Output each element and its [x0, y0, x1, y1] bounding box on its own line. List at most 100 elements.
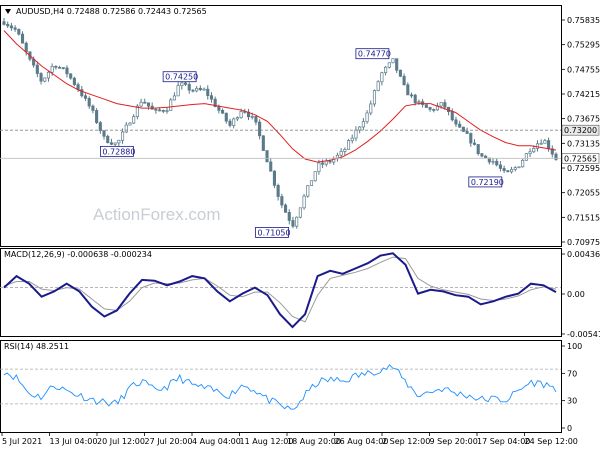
- candle-body: [365, 112, 369, 123]
- candle-body: [361, 121, 365, 128]
- candle-body: [495, 160, 499, 166]
- candle-body: [454, 119, 458, 125]
- candle-body: [532, 147, 536, 153]
- candle-body: [169, 99, 173, 111]
- candle-body: [132, 116, 136, 124]
- candle-body: [424, 104, 428, 108]
- candle-body: [469, 133, 473, 144]
- candle-body: [128, 122, 132, 126]
- x-tick-label: 24 Sep 12:00: [525, 437, 578, 446]
- candle-body: [458, 123, 462, 128]
- candle-body: [69, 73, 73, 79]
- candle-body: [261, 135, 265, 151]
- price-annotation-label: 0.74250: [165, 73, 198, 82]
- candle-body: [9, 25, 13, 29]
- candle-body: [72, 77, 76, 85]
- candle-body: [509, 169, 514, 173]
- macd-y-tick-label: 0.00: [567, 290, 585, 299]
- candle-body: [502, 168, 506, 171]
- candle-body: [480, 153, 484, 157]
- price-annotation-label: 0.71050: [258, 228, 291, 237]
- x-tick-label: 13 Jul 04:00: [50, 437, 98, 446]
- candle-body: [198, 87, 202, 91]
- candle-body: [317, 162, 321, 173]
- candle-body: [83, 95, 88, 99]
- last-price-label: 0.72565: [564, 154, 597, 163]
- candle-body: [476, 144, 480, 155]
- x-tick-label: 17 Sep 04:00: [477, 437, 530, 446]
- price-y-tick-label: 0.73135: [567, 139, 600, 148]
- y-axes: 0.75835 0.75295 0.74755 0.74215 0.73675 0.731…: [561, 16, 600, 433]
- x-tick-label: 18 Aug 20:00: [287, 437, 341, 446]
- candle-body: [254, 115, 258, 123]
- candle-body: [232, 118, 236, 126]
- candle-body: [165, 110, 169, 112]
- candle-body: [517, 166, 521, 169]
- candle-body: [513, 167, 517, 170]
- candle-body: [309, 180, 314, 186]
- candle-body: [413, 94, 417, 104]
- x-axis: 5 Jul 2021 13 Jul 04:00 20 Jul 12:00 27 Jul…: [1, 432, 578, 446]
- candle-body: [46, 71, 51, 79]
- candle-body: [65, 67, 69, 75]
- rsi-panel: [0, 340, 562, 433]
- candle-body: [428, 107, 432, 110]
- candle-body: [417, 101, 421, 104]
- candle-body: [384, 66, 388, 74]
- macd-panel: [0, 248, 562, 337]
- candle-body: [102, 130, 106, 137]
- candle-body: [284, 204, 288, 213]
- rsi-y-tick-label: 100: [567, 342, 582, 351]
- candle-body: [450, 111, 454, 121]
- x-tick-label: 26 Aug 04:00: [335, 437, 389, 446]
- candle-body: [17, 28, 21, 35]
- candle-body: [328, 160, 332, 163]
- candle-body: [24, 42, 28, 53]
- price-annotation-label: 0.72880: [102, 147, 135, 156]
- forex-chart: ActionForex.com 0.72880 0.74250 0.74770 0.7…: [0, 5, 600, 446]
- candle-body: [346, 140, 351, 150]
- price-y-tick-label: 0.71515: [567, 213, 600, 222]
- candle-body: [343, 148, 347, 152]
- candle-body: [50, 65, 54, 73]
- price-y-tick-label: 0.74755: [567, 65, 600, 74]
- candle-body: [461, 126, 465, 132]
- candle-body: [443, 102, 447, 108]
- candle-body: [521, 159, 525, 168]
- candle-body: [98, 122, 102, 132]
- level-label: 0.73200: [564, 126, 597, 135]
- candle-body: [250, 115, 254, 118]
- macd-header: MACD(12,26,9) -0.000638 -0.000234: [4, 250, 152, 259]
- price-y-tick-label: 0.72595: [567, 164, 600, 173]
- candle-body: [39, 73, 43, 82]
- x-tick-label: 2 Sep 12:00: [382, 437, 430, 446]
- macd-y-tick-label: 0.004367: [567, 250, 600, 259]
- candle-body: [528, 151, 532, 154]
- candle-body: [547, 140, 551, 150]
- rsi-header: RSI(14) 48.2511: [4, 342, 69, 351]
- candle-body: [498, 164, 502, 169]
- candle-body: [35, 64, 39, 74]
- candle-body: [43, 77, 47, 82]
- candle-body: [376, 81, 380, 91]
- candle-body: [206, 88, 210, 96]
- candle-body: [272, 170, 276, 186]
- candle-body: [298, 207, 302, 218]
- candle-body: [195, 87, 199, 92]
- candle-body: [187, 84, 191, 91]
- x-tick-label: 4 Aug 04:00: [192, 437, 241, 446]
- candle-body: [61, 67, 65, 69]
- candle-body: [113, 142, 117, 145]
- price-y-tick-label: 0.72055: [567, 189, 600, 198]
- candle-body: [524, 153, 528, 161]
- candle-body: [124, 124, 128, 133]
- x-tick-label: 5 Jul 2021: [2, 437, 42, 446]
- rsi-y-tick-label: 70: [567, 369, 577, 378]
- candle-body: [484, 155, 488, 159]
- candle-body: [258, 121, 262, 137]
- candle-body: [402, 75, 406, 86]
- candle-body: [154, 108, 158, 111]
- candle-body: [409, 94, 414, 97]
- x-tick-label: 9 Sep 20:00: [430, 437, 478, 446]
- candle-body: [13, 27, 17, 30]
